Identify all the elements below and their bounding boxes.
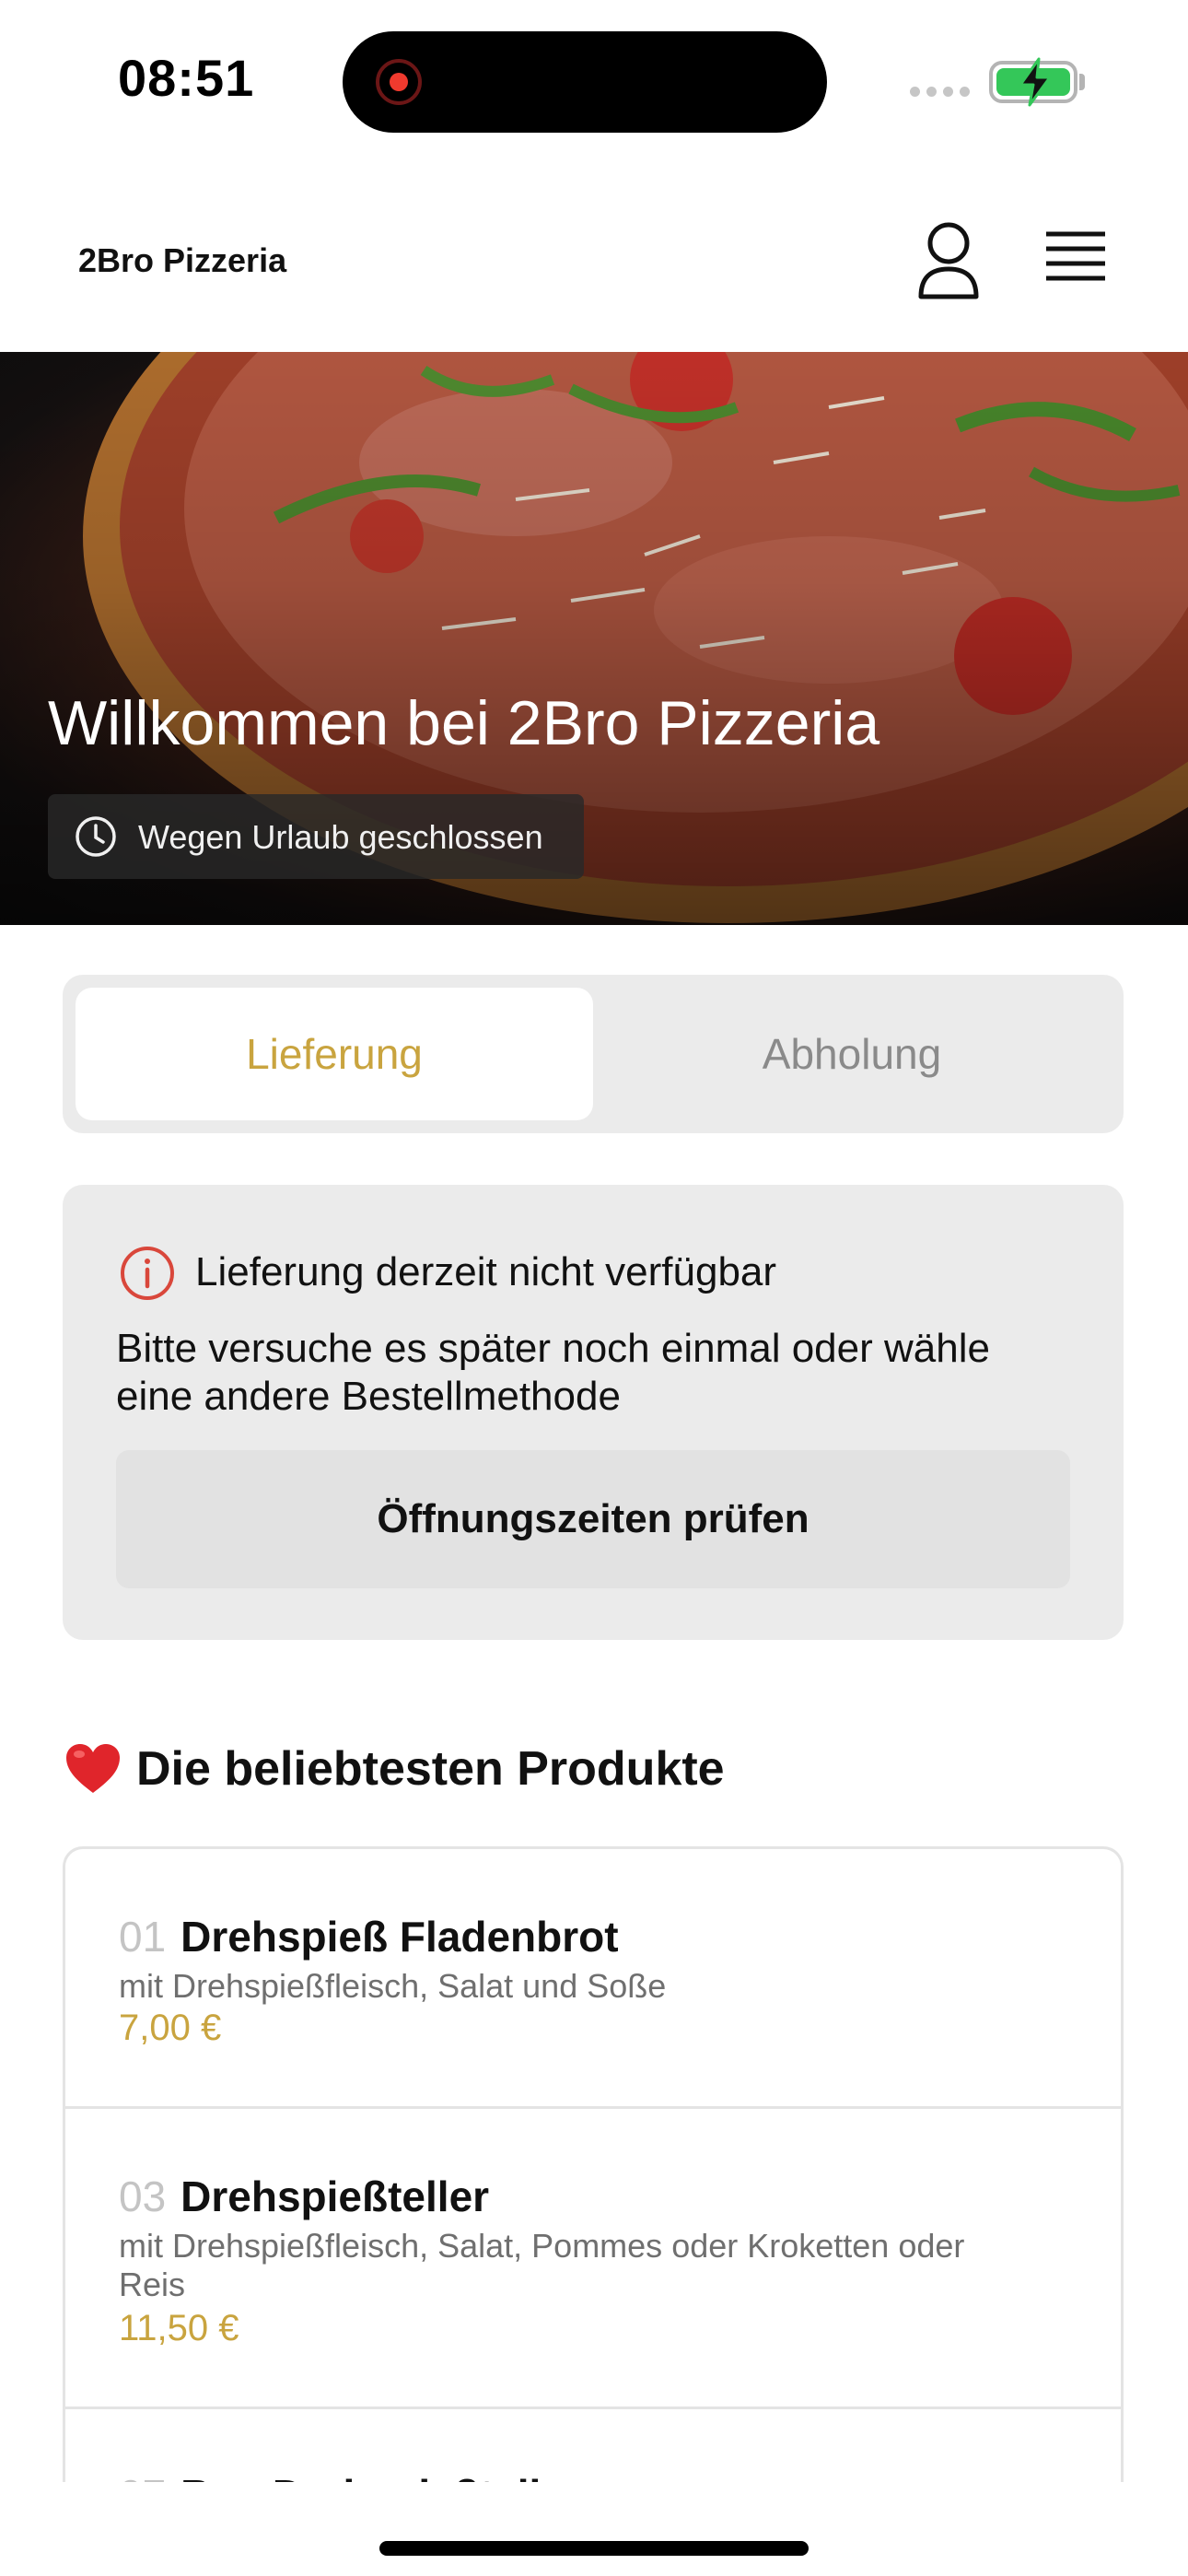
product-item[interactable]: 01 Drehspieß Fladenbrot mit Drehspießflei… <box>65 1849 1121 2109</box>
product-price: 11,50 € <box>119 2308 239 2348</box>
check-opening-hours-button[interactable]: Öffnungszeiten prüfen <box>116 1450 1070 1588</box>
menu-icon[interactable] <box>1039 227 1112 293</box>
product-price: 7,00 € <box>119 2008 222 2048</box>
charging-bolt-icon <box>1019 57 1052 107</box>
product-name: Box Drehspießteller <box>181 2471 581 2482</box>
order-mode-switch: Lieferung Abholung <box>63 975 1124 1133</box>
product-number: 07 <box>119 2471 166 2482</box>
brand-name[interactable]: 2Bro Pizzeria <box>78 241 286 280</box>
signal-icon <box>910 87 971 98</box>
product-item[interactable]: 03 Drehspießteller mit Drehspießfleisch, … <box>65 2109 1121 2409</box>
product-header: 01 Drehspieß Fladenbrot <box>119 1912 619 1961</box>
product-number: 03 <box>119 2172 167 2220</box>
info-icon <box>121 1247 174 1300</box>
notice-title: Lieferung derzeit nicht verfügbar <box>195 1249 777 1294</box>
product-header: 03 Drehspießteller <box>119 2172 489 2221</box>
recording-indicator-icon <box>376 59 422 105</box>
product-description: mit Drehspießfleisch, Salat und Soße <box>119 1967 667 2005</box>
delivery-unavailable-notice: Lieferung derzeit nicht verfügbar Bitte … <box>63 1185 1124 1640</box>
status-bar: 08:51 <box>0 0 1188 166</box>
home-indicator[interactable] <box>379 2541 809 2556</box>
battery-cap <box>1079 74 1085 90</box>
user-icon[interactable] <box>912 219 985 302</box>
product-name: Drehspieß Fladenbrot <box>181 1913 619 1961</box>
popular-products-title: Die beliebtesten Produkte <box>136 1742 725 1796</box>
heart-icon <box>66 1744 120 1793</box>
opening-status-text: Wegen Urlaub geschlossen <box>138 818 543 856</box>
hero-banner: Willkommen bei 2Bro Pizzeria Wegen Urlau… <box>0 352 1188 925</box>
product-item[interactable]: 07 Box Drehspießteller <box>65 2409 1121 2482</box>
product-name: Drehspießteller <box>181 2172 490 2220</box>
tab-delivery[interactable]: Lieferung <box>76 988 593 1120</box>
clock-icon <box>76 816 116 857</box>
welcome-title: Willkommen bei 2Bro Pizzeria <box>48 688 880 758</box>
dynamic-island <box>343 31 827 133</box>
tab-pickup[interactable]: Abholung <box>593 988 1111 1120</box>
product-description: mit Drehspießfleisch, Salat, Pommes oder… <box>119 2227 965 2303</box>
notice-body: Bitte versuche es später noch einmal ode… <box>116 1326 990 1419</box>
popular-products-heading: Die beliebtesten Produkte <box>63 1732 725 1806</box>
product-header: 07 Box Drehspießteller <box>119 2470 581 2482</box>
product-number: 01 <box>119 1913 167 1961</box>
app-header: 2Bro Pizzeria <box>0 166 1188 352</box>
status-time: 08:51 <box>118 49 255 107</box>
opening-status-badge[interactable]: Wegen Urlaub geschlossen <box>48 794 584 879</box>
popular-products-list: 01 Drehspieß Fladenbrot mit Drehspießflei… <box>63 1846 1124 2482</box>
